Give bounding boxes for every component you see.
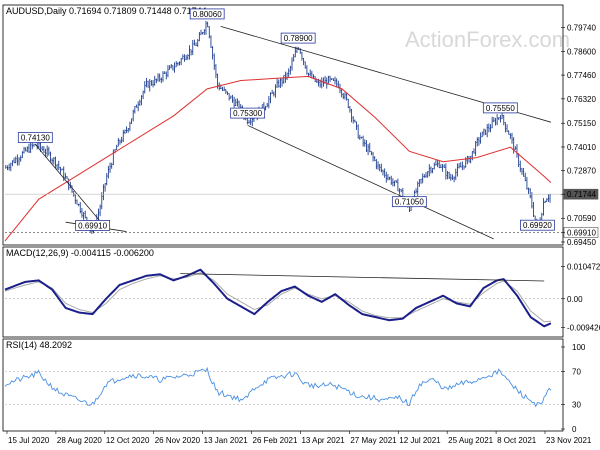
x-tick-label: 28 Aug 2020 bbox=[57, 436, 102, 445]
y-tick-label: 0.79740 bbox=[567, 24, 596, 33]
price-annotation-label: 0.69910 bbox=[78, 221, 107, 230]
y-tick-label: 0.69910 bbox=[567, 228, 596, 237]
x-tick-label: 23 Nov 2021 bbox=[546, 436, 592, 445]
price-annotation-label: 0.80060 bbox=[193, 10, 222, 19]
x-tick-label: 26 Nov 2020 bbox=[155, 436, 201, 445]
rsi-tick-label: 70 bbox=[572, 368, 581, 377]
x-tick-label: 8 Oct 2021 bbox=[497, 436, 537, 445]
x-tick-label: 27 May 2021 bbox=[350, 436, 397, 445]
macd-title: MACD(12,26,9) -0.004115 -0.006200 bbox=[6, 248, 154, 258]
y-tick-label: 0.75150 bbox=[567, 119, 596, 128]
chart-canvas: ActionForex.com AUDUSD,Daily 0.71694 0.7… bbox=[0, 0, 600, 450]
watermark: ActionForex.com bbox=[405, 27, 570, 52]
price-annotation-label: 0.75550 bbox=[486, 104, 515, 113]
price-annotation-label: 0.71050 bbox=[395, 198, 424, 207]
x-tick-label: 13 Jan 2021 bbox=[204, 436, 249, 445]
price-annotation-label: 0.78900 bbox=[284, 34, 313, 43]
rsi-title: RSI(14) 48.2092 bbox=[6, 340, 72, 350]
macd-tick-label: 0.00 bbox=[567, 295, 583, 304]
rsi-tick-label: 100 bbox=[572, 343, 586, 352]
y-tick-label: 0.77460 bbox=[567, 71, 596, 80]
y-tick-label: 0.72870 bbox=[567, 167, 596, 176]
macd-tick-label: 0.010472 bbox=[567, 263, 600, 272]
x-tick-label: 25 Aug 2021 bbox=[448, 436, 493, 445]
price-annotation-label: 0.74130 bbox=[21, 133, 50, 142]
y-tick-label: 0.78600 bbox=[567, 47, 596, 56]
price-annotation-label: 0.75300 bbox=[233, 109, 262, 118]
x-tick-label: 13 Apr 2021 bbox=[301, 436, 345, 445]
macd-tick-label: -0.009426 bbox=[567, 324, 600, 333]
y-tick-label: 0.71744 bbox=[567, 190, 596, 199]
y-tick-label: 0.74010 bbox=[567, 143, 596, 152]
y-tick-label: 0.70590 bbox=[567, 214, 596, 223]
x-tick-label: 12 Oct 2020 bbox=[106, 436, 150, 445]
price-title: AUDUSD,Daily 0.71694 0.71809 0.71448 0.7… bbox=[6, 6, 207, 16]
rsi-tick-label: 0 bbox=[572, 425, 577, 434]
price-annotation-label: 0.69920 bbox=[523, 221, 552, 230]
x-tick-label: 26 Feb 2021 bbox=[253, 436, 298, 445]
rsi-tick-label: 30 bbox=[572, 400, 581, 409]
x-tick-label: 12 Jul 2021 bbox=[399, 436, 441, 445]
x-tick-label: 15 Jul 2020 bbox=[8, 436, 50, 445]
y-tick-label: 0.76320 bbox=[567, 95, 596, 104]
y-tick-label: 0.69450 bbox=[567, 238, 596, 247]
